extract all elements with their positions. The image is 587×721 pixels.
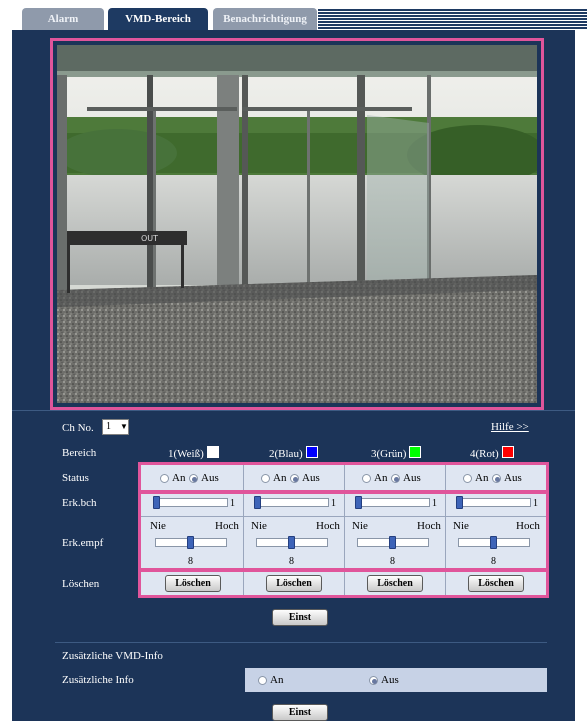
erk-bch-label: Erk.bch <box>62 497 97 509</box>
help-link[interactable]: Hilfe >> <box>491 421 529 433</box>
sensitivity-highlight <box>138 490 549 572</box>
area-3-header: 3(Grün) <box>371 446 422 460</box>
divider <box>12 410 575 411</box>
extra-info-off-radio[interactable] <box>369 676 378 685</box>
tab-vmd-bereich[interactable]: VMD-Bereich <box>108 8 208 30</box>
bereich-label: Bereich <box>62 447 97 459</box>
erk-empf-label: Erk.empf <box>62 537 104 549</box>
tab-alarm[interactable]: Alarm <box>22 8 104 30</box>
area-2-header: 2(Blau) <box>269 446 318 460</box>
tab-benachrichtigung[interactable]: Benachrichtigung <box>213 8 317 30</box>
extra-info-on-label: An <box>270 674 284 686</box>
delete-highlight <box>138 568 549 598</box>
ch-no-value: 1 <box>106 421 111 432</box>
camera-image[interactable]: OUT <box>57 45 537 403</box>
area-4-swatch <box>501 446 514 458</box>
extra-section-title: Zusätzliche VMD-Info <box>62 650 163 662</box>
ch-no-label: Ch No. <box>62 422 94 434</box>
extra-info-off-label: Aus <box>381 674 399 686</box>
camera-scene: OUT <box>57 45 537 403</box>
sign-text: OUT <box>141 234 158 243</box>
loeschen-label: Löschen <box>62 578 100 590</box>
chevron-down-icon: ▼ <box>120 422 128 431</box>
extra-info-label: Zusätzliche Info <box>62 674 134 686</box>
tab-bar-stripes <box>318 9 587 30</box>
extra-info-on-radio[interactable] <box>258 676 267 685</box>
area-3-swatch <box>409 446 422 458</box>
status-label: Status <box>62 472 89 484</box>
set-button[interactable]: Einst <box>272 609 328 626</box>
area-1-header: 1(Weiß) <box>168 446 219 460</box>
area-4-header: 4(Rot) <box>470 446 514 460</box>
set-button-extra[interactable]: Einst <box>272 704 328 721</box>
area-1-swatch <box>206 446 219 458</box>
area-2-swatch <box>305 446 318 458</box>
section-divider <box>55 642 547 643</box>
